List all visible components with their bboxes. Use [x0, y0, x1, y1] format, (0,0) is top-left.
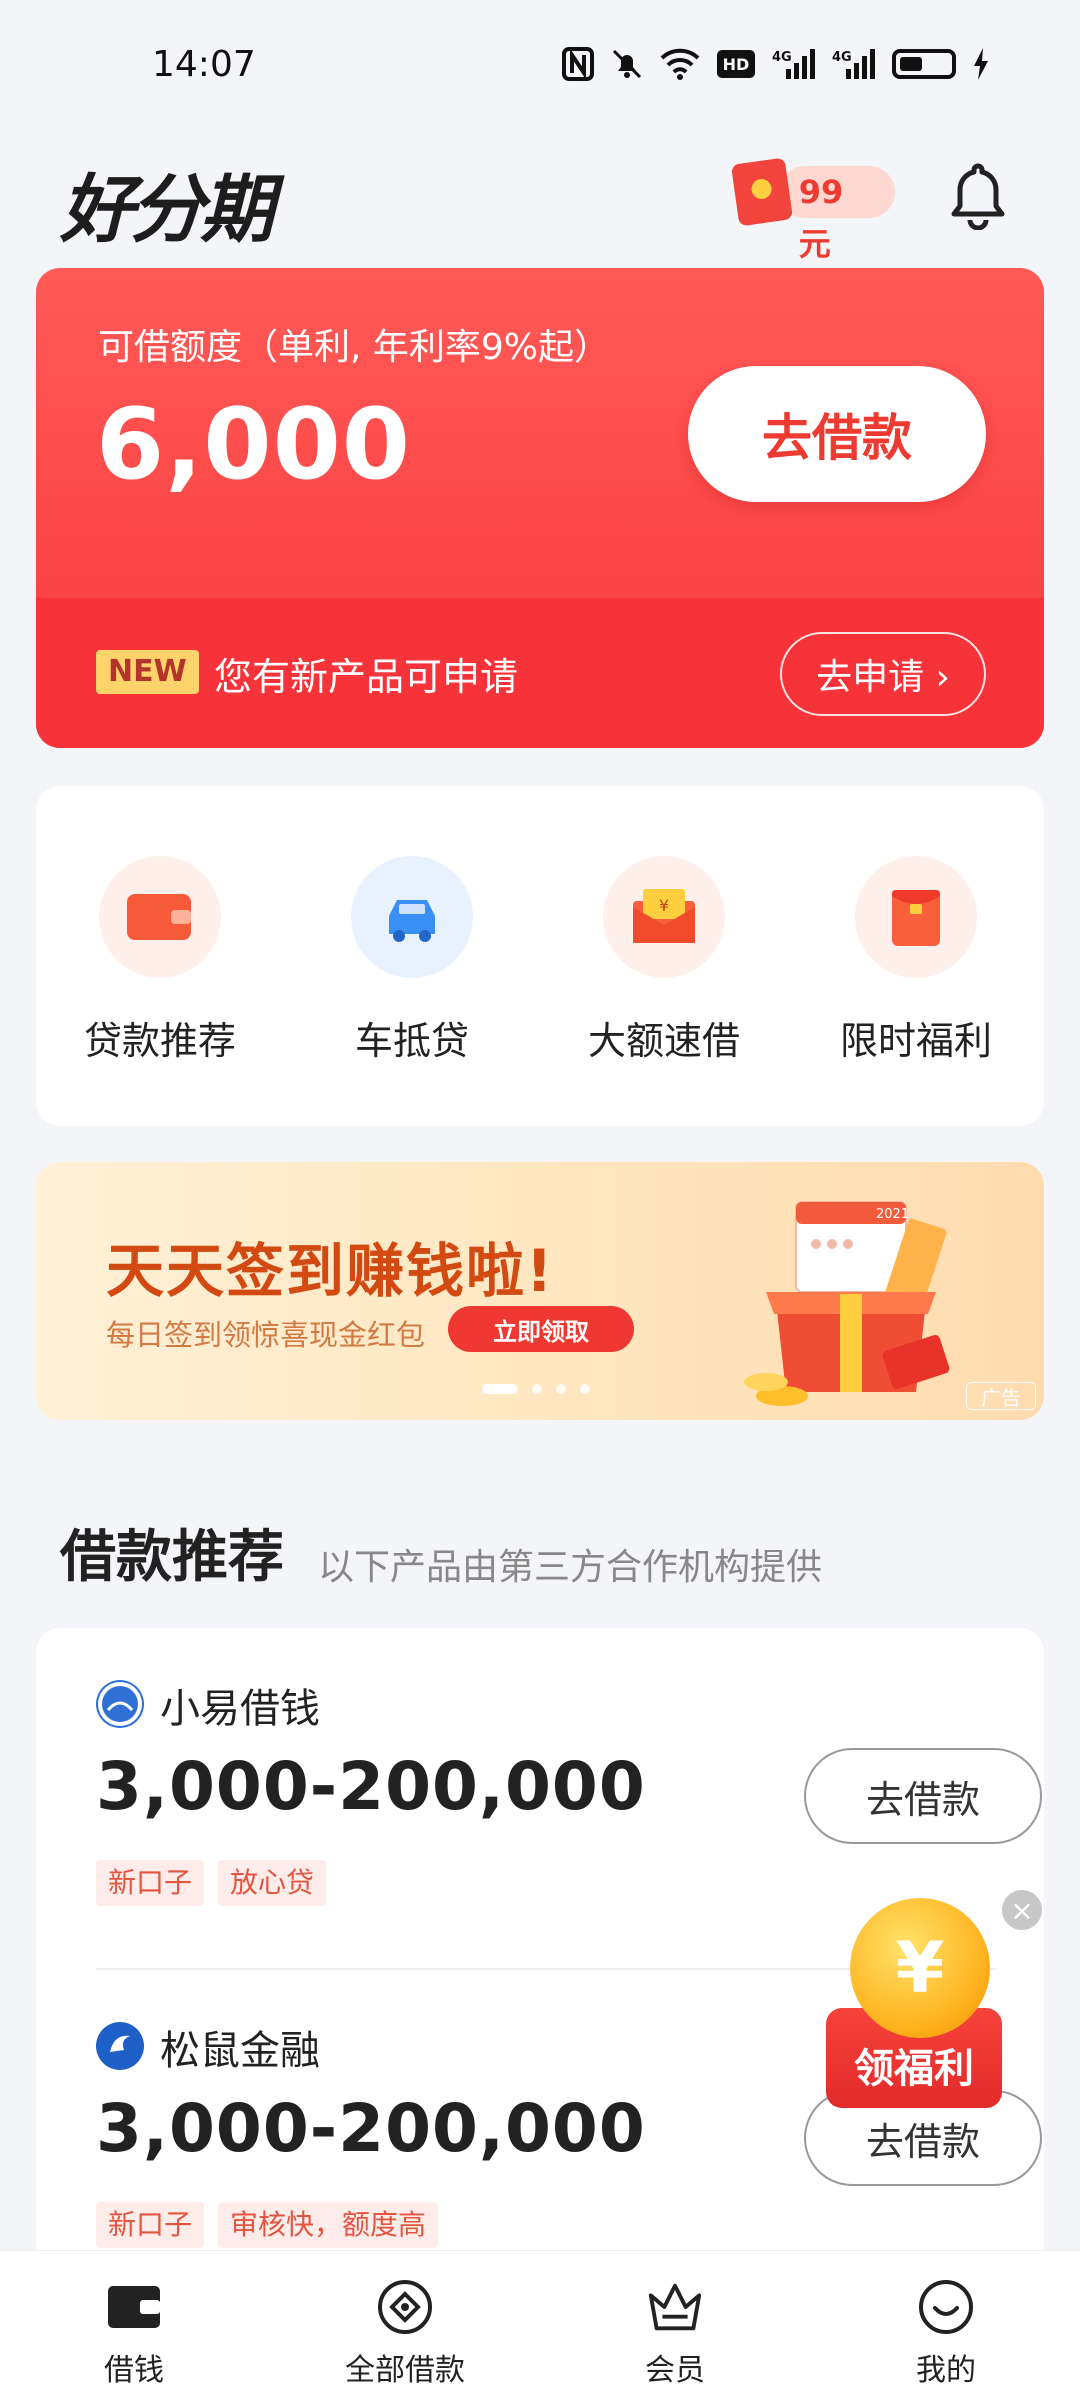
nav-borrow[interactable]: 借钱 [34, 2277, 234, 2389]
app-logo: 好分期 [60, 167, 274, 253]
service-label: 限时福利 [839, 1019, 992, 1063]
product-tag: 审核快，额度高 [218, 2202, 439, 2248]
wallet-icon [104, 2277, 164, 2337]
app-header: 好分期 99元 [0, 140, 1080, 263]
status-icons: HD 4G 4G [562, 46, 990, 82]
nav-label: 全部借款 [345, 2353, 465, 2388]
product-tag: 放心贷 [218, 1860, 327, 1906]
red-packet-icon [730, 157, 793, 227]
ad-tag: 广告 [966, 1382, 1036, 1410]
close-icon[interactable]: × [1002, 1890, 1042, 1930]
apply-button[interactable]: 去申请 › [780, 632, 986, 716]
credit-section: 可借额度（单利, 年利率9%起） 6,000 去借款 [36, 268, 1044, 598]
new-badge: NEW [96, 650, 199, 694]
charging-icon [972, 46, 990, 82]
wifi-icon [660, 46, 700, 82]
bell-icon[interactable] [946, 160, 1010, 231]
signal-icon: 4G [772, 46, 816, 82]
credit-amount: 6,000 [96, 388, 411, 502]
svg-text:4G: 4G [832, 50, 852, 65]
new-product-bar: NEW 您有新产品可申请 去申请 › [36, 598, 1044, 748]
claim-button[interactable]: 立即领取 [448, 1306, 634, 1352]
svg-text:HD: HD [723, 55, 750, 74]
wallet-icon [99, 856, 221, 978]
product-logo [96, 2022, 144, 2070]
mute-icon [610, 46, 644, 82]
carousel-dot [556, 1384, 566, 1394]
red-packet-reward[interactable]: 99元 [730, 157, 895, 263]
product-tag: 新口子 [96, 1860, 205, 1906]
smile-icon [916, 2277, 976, 2337]
service-label: 贷款推荐 [83, 1019, 236, 1063]
carousel-dot [532, 1384, 542, 1394]
nav-label: 借钱 [104, 2353, 164, 2388]
signal-icon: 4G [832, 46, 876, 82]
calendar-year: 2021 [876, 1207, 909, 1222]
nav-label: 我的 [916, 2353, 976, 2388]
car-icon [351, 856, 473, 978]
nfc-icon [562, 46, 594, 82]
service-label: 大额速借 [587, 1019, 740, 1063]
product-tags: 新口子 审核快，额度高 [96, 2202, 439, 2248]
credit-label: 可借额度（单利, 年利率9%起） [98, 327, 610, 368]
new-product-text: 您有新产品可申请 [214, 655, 519, 699]
service-car-loan[interactable]: 车抵贷 [312, 856, 512, 1066]
hd-icon: HD [716, 46, 756, 82]
service-limited-welfare[interactable]: 限时福利 [816, 856, 1016, 1066]
product-name: 小易借钱 [160, 1686, 320, 1732]
banner-title: 天天签到赚钱啦! [106, 1237, 555, 1305]
product-range: 3,000-200,000 [96, 2090, 646, 2167]
service-loan-recommend[interactable]: 贷款推荐 [60, 856, 260, 1066]
service-big-loan[interactable]: ¥ 大额速借 [564, 856, 764, 1066]
banner-subtitle: 每日签到领惊喜现金红包 [106, 1318, 426, 1352]
envelope-icon: ¥ [603, 856, 725, 978]
battery-icon [892, 46, 956, 82]
svg-text:4G: 4G [772, 50, 792, 65]
service-label: 车抵贷 [354, 1019, 469, 1063]
product-tags: 新口子 放心贷 [96, 1860, 327, 1906]
product-range: 3,000-200,000 [96, 1748, 646, 1825]
status-time: 14:07 [152, 44, 256, 85]
checkin-banner[interactable]: 天天签到赚钱啦! 每日签到领惊喜现金红包 立即领取 2021 广告 [36, 1162, 1044, 1420]
product-tag: 新口子 [96, 2202, 205, 2248]
product-borrow-button[interactable]: 去借款 [804, 1748, 1042, 1844]
credit-card: 可借额度（单利, 年利率9%起） 6,000 去借款 NEW 您有新产品可申请 … [36, 268, 1044, 748]
carousel-indicator [482, 1384, 590, 1394]
svg-text:¥: ¥ [659, 896, 669, 915]
product-logo [96, 1680, 144, 1728]
red-packet-icon [855, 856, 977, 978]
gift-box-illustration: 2021 [736, 1182, 976, 1412]
section-subtitle: 以下产品由第三方合作机构提供 [318, 1547, 823, 1588]
nav-mine[interactable]: 我的 [846, 2277, 1046, 2389]
carousel-dot [482, 1384, 518, 1394]
nav-membership[interactable]: 会员 [575, 2277, 775, 2389]
status-bar: 14:07 HD 4G 4G [0, 0, 1080, 135]
diamond-circle-icon [375, 2277, 435, 2337]
borrow-button[interactable]: 去借款 [688, 366, 986, 502]
bottom-nav: 借钱 全部借款 会员 我的 [0, 2250, 1080, 2400]
carousel-dot [580, 1384, 590, 1394]
nav-all-loans[interactable]: 全部借款 [305, 2277, 505, 2389]
list-item[interactable]: 小易借钱 3,000-200,000 新口子 放心贷 去借款 [96, 1628, 1042, 1928]
red-packet-amount: 99元 [778, 166, 895, 263]
crown-icon [645, 2277, 705, 2337]
coin-icon: ¥ [850, 1898, 990, 2038]
section-title: 借款推荐 [60, 1525, 284, 1590]
nav-label: 会员 [645, 2353, 705, 2388]
floating-welfare[interactable]: 领福利 ¥ [820, 1888, 1020, 2128]
product-name: 松鼠金融 [160, 2028, 320, 2074]
quick-services: 贷款推荐 车抵贷 ¥ 大额速借 限时福利 [36, 786, 1044, 1126]
